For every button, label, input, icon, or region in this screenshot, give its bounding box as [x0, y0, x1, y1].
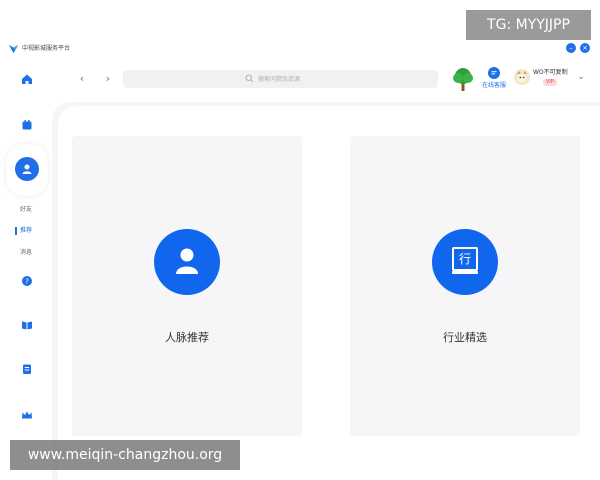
sidebar-item-contacts[interactable] — [6, 144, 48, 196]
people-recommend-label: 人脉推荐 — [165, 331, 209, 344]
app-logo-icon — [8, 44, 19, 54]
online-service-label: 在线客服 — [481, 82, 506, 89]
user-avatar-icon — [514, 69, 530, 85]
watermark-bottom: www.meiqin-changzhou.org — [10, 440, 240, 470]
forward-button[interactable]: › — [101, 72, 115, 86]
sidebar-subitem-recommend[interactable]: 推荐 — [20, 227, 32, 235]
user-name: WO不可复制 — [533, 69, 568, 76]
main-panel: 人脉推荐 行 行业精选 — [52, 102, 600, 480]
book-icon[interactable] — [20, 318, 34, 332]
svg-text:?: ? — [25, 278, 29, 286]
minimize-button[interactable]: – — [566, 43, 576, 53]
industry-char: 行 — [458, 252, 471, 266]
people-recommend-card[interactable]: 人脉推荐 — [72, 136, 302, 436]
title-bar: 中视影城服务平台 – × — [0, 40, 600, 58]
industry-icon: 行 — [452, 247, 478, 275]
search-input[interactable] — [258, 73, 408, 85]
main-content: 人脉推荐 行 行业精选 — [58, 106, 600, 480]
search-bar[interactable] — [123, 70, 438, 88]
avatar[interactable] — [514, 69, 530, 85]
person-icon — [176, 248, 198, 274]
watermark-top: TG: MYYJJPP — [466, 10, 591, 40]
industry-featured-card[interactable]: 行 行业精选 — [350, 136, 580, 436]
calendar-icon[interactable] — [20, 118, 34, 132]
close-button[interactable]: × — [580, 43, 590, 53]
industry-featured-label: 行业精选 — [443, 331, 487, 344]
sidebar-subitem-messages[interactable]: 消息 — [20, 249, 32, 257]
active-indicator — [15, 227, 17, 235]
toolbar: ‹ › 在线客服 — [0, 58, 600, 102]
chat-icon — [488, 67, 500, 79]
contacts-bubble — [15, 157, 39, 181]
vip-badge: VIP — [543, 79, 557, 86]
crown-icon[interactable] — [20, 408, 34, 422]
help-icon[interactable]: ? — [20, 274, 34, 288]
search-icon — [245, 74, 254, 83]
sidebar: 好友 推荐 消息 ? — [0, 58, 52, 480]
person-icon — [22, 164, 32, 174]
app-window: 中视影城服务平台 – × 好友 推荐 消息 ? ‹ › 搜索问题及资源 在线客服… — [0, 0, 600, 480]
people-circle — [154, 229, 220, 295]
back-button[interactable]: ‹ — [75, 72, 89, 86]
online-service-button[interactable]: 在线客服 — [478, 67, 510, 95]
tree-icon[interactable] — [452, 66, 474, 92]
industry-circle: 行 — [432, 229, 498, 295]
document-icon[interactable] — [20, 362, 34, 376]
chevron-down-icon[interactable]: ⌄ — [576, 72, 586, 82]
sidebar-subitem-friends[interactable]: 好友 — [20, 206, 32, 214]
app-title: 中视影城服务平台 — [22, 45, 71, 52]
